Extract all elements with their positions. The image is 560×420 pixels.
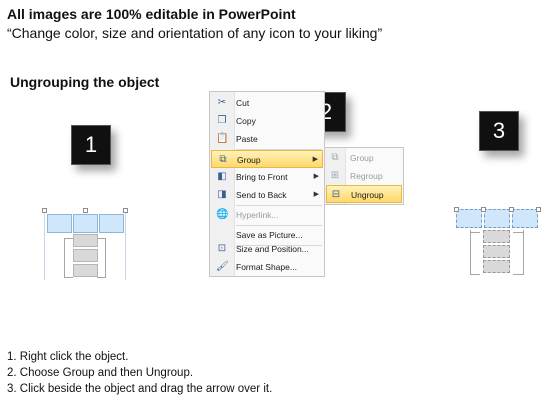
menu-item-send-to-back[interactable]: ◨ Send to Back ▶ bbox=[211, 186, 323, 204]
selection-handle[interactable] bbox=[536, 207, 541, 212]
step-3-box: 3 bbox=[479, 111, 519, 151]
gray-box[interactable] bbox=[483, 260, 510, 273]
copy-icon: ❐ bbox=[217, 115, 227, 126]
submenu-arrow-icon: ▶ bbox=[312, 156, 318, 163]
menu-item-paste[interactable]: 📋 Paste bbox=[211, 130, 323, 148]
submenu-arrow-icon: ▶ bbox=[313, 191, 319, 198]
selection-handle[interactable] bbox=[454, 207, 459, 212]
size-position-icon: ⊡ bbox=[217, 243, 227, 254]
selection-handle[interactable] bbox=[42, 208, 47, 213]
blue-box[interactable] bbox=[484, 209, 510, 228]
menu-item-cut[interactable]: ✂ Cut bbox=[211, 94, 323, 112]
blue-box bbox=[99, 214, 124, 233]
format-shape-icon: 🖌 bbox=[216, 261, 229, 272]
blue-box[interactable] bbox=[512, 209, 538, 228]
menu-item-size-and-position[interactable]: ⊡ Size and Position... bbox=[211, 240, 323, 258]
group-icon: ⧉ bbox=[331, 152, 339, 163]
instruction-step: 3. Click beside the object and drag the … bbox=[7, 383, 273, 395]
ungrouped-object-diagram[interactable] bbox=[454, 206, 541, 281]
scissors-icon: ✂ bbox=[217, 97, 227, 108]
selection-handle[interactable] bbox=[83, 208, 88, 213]
group-icon: ⧉ bbox=[219, 154, 227, 165]
group-submenu: ⧉ Group ⊞ Regroup ⊟ Ungroup bbox=[324, 147, 404, 205]
grouped-object-diagram[interactable] bbox=[40, 208, 130, 283]
blue-box bbox=[73, 214, 98, 233]
step-1-box: 1 bbox=[71, 125, 111, 165]
selection-handle[interactable] bbox=[481, 207, 486, 212]
gray-box bbox=[73, 234, 98, 247]
header-subtitle: “Change color, size and orientation of a… bbox=[7, 25, 383, 41]
blue-box[interactable] bbox=[456, 209, 482, 228]
regroup-icon: ⊞ bbox=[330, 170, 340, 181]
section-title: Ungrouping the object bbox=[10, 74, 160, 90]
hyperlink-icon: 🌐 bbox=[216, 209, 229, 220]
gray-box[interactable] bbox=[483, 230, 510, 243]
context-menu: ✂ Cut ❐ Copy 📋 Paste ⧉ Group ▶ ◧ Bring t… bbox=[209, 91, 325, 277]
gray-box[interactable] bbox=[483, 245, 510, 258]
header-title: All images are 100% editable in PowerPoi… bbox=[7, 6, 296, 22]
gray-box bbox=[73, 264, 98, 277]
menu-item-format-shape[interactable]: 🖌 Format Shape... bbox=[211, 258, 323, 276]
blue-box bbox=[47, 214, 72, 233]
submenu-arrow-icon: ▶ bbox=[313, 173, 319, 180]
instruction-step: 2. Choose Group and then Ungroup. bbox=[7, 367, 194, 379]
menu-item-bring-to-front[interactable]: ◧ Bring to Front ▶ bbox=[211, 168, 323, 186]
submenu-item-group[interactable]: ⧉ Group bbox=[326, 149, 402, 167]
paste-icon: 📋 bbox=[216, 133, 229, 144]
instructions-list: 1. Right click the object. 2. Choose Gro… bbox=[7, 349, 272, 397]
bring-front-icon: ◧ bbox=[217, 171, 227, 182]
selection-handle[interactable] bbox=[123, 208, 128, 213]
submenu-item-ungroup[interactable]: ⊟ Ungroup bbox=[326, 185, 402, 203]
ungroup-icon: ⊟ bbox=[331, 189, 341, 200]
send-back-icon: ◨ bbox=[217, 189, 227, 200]
gray-box bbox=[73, 249, 98, 262]
selection-handle[interactable] bbox=[509, 207, 514, 212]
menu-item-group[interactable]: ⧉ Group ▶ bbox=[211, 150, 323, 168]
instruction-step: 1. Right click the object. bbox=[7, 351, 129, 363]
menu-item-hyperlink[interactable]: 🌐 Hyperlink... bbox=[211, 206, 323, 224]
menu-item-copy[interactable]: ❐ Copy bbox=[211, 112, 323, 130]
submenu-item-regroup[interactable]: ⊞ Regroup bbox=[326, 167, 402, 185]
